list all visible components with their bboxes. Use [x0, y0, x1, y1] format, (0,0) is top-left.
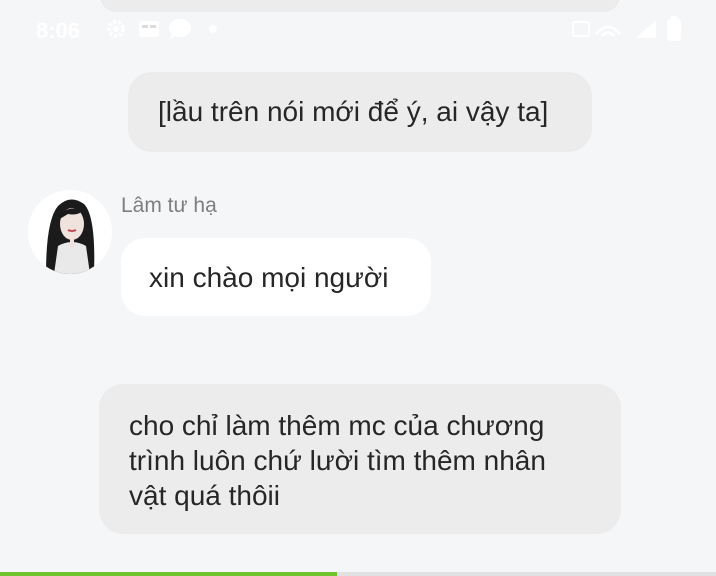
message-text-line: trình luôn chứ lười tìm thêm nhân	[129, 445, 546, 476]
message-text: [lầu trên nói mới để ý, ai vậy ta]	[158, 96, 549, 127]
status-bar: 8:06	[0, 10, 716, 50]
signal-icon	[634, 18, 658, 40]
message-text-line: cho chỉ làm thêm mc của chương	[129, 410, 545, 441]
gear-icon	[106, 18, 126, 40]
message-bubble[interactable]: cho chỉ làm thêm mc của chương trình luô…	[99, 384, 621, 534]
card-icon	[138, 18, 160, 40]
progress-bar	[0, 572, 716, 576]
progress-bar-fill	[0, 572, 337, 576]
message-text-line: vật quá thôii	[129, 480, 280, 511]
status-time: 8:06	[36, 18, 81, 43]
avatar[interactable]	[28, 190, 112, 274]
dot-icon	[208, 18, 218, 40]
chat-bubble-icon	[168, 18, 192, 40]
message-bubble[interactable]: [lầu trên nói mới để ý, ai vậy ta]	[128, 72, 592, 152]
volte-wifi-icon	[572, 18, 624, 40]
message-bubble[interactable]: xin chào mọi người	[121, 238, 431, 316]
message-text: xin chào mọi người	[149, 262, 389, 293]
sender-name: Lâm tư hạ	[121, 194, 217, 217]
battery-icon	[666, 16, 682, 41]
